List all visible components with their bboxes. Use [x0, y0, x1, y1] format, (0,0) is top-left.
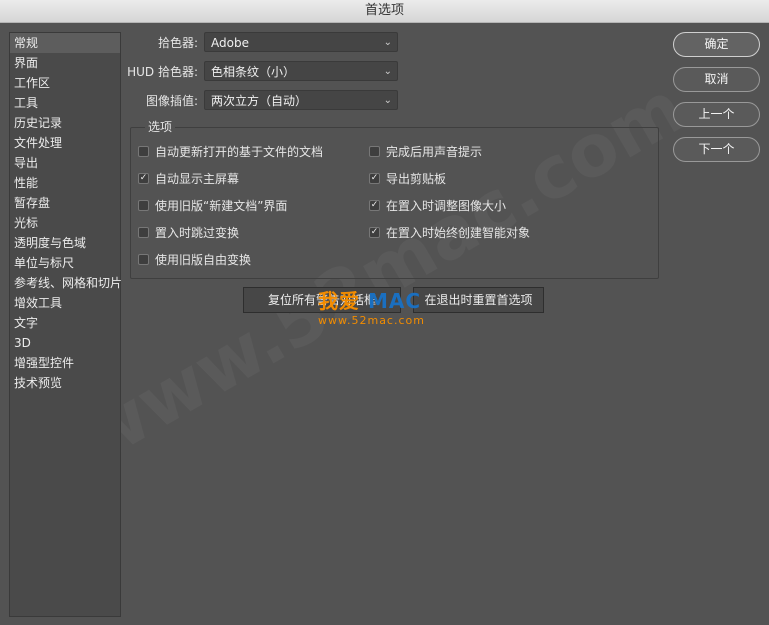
sidebar-item-plugins[interactable]: 增效工具 [10, 293, 120, 313]
image-interpolation-value: 两次立方（自动） [211, 94, 308, 108]
sidebar-item-technology-previews[interactable]: 技术预览 [10, 373, 120, 393]
checkbox-checked[interactable]: ✓ [369, 173, 380, 184]
chevron-down-icon: ⌄ [383, 95, 392, 106]
sidebar-item-interface[interactable]: 界面 [10, 53, 120, 73]
image-interpolation-label: 图像插值: [145, 94, 198, 108]
sidebar-item-guides-grid-slices[interactable]: 参考线、网格和切片 [10, 273, 122, 293]
hud-color-picker-select[interactable]: 色相条纹（小） ⌄ [204, 61, 398, 81]
checkbox-label: 使用旧版“新建文档”界面 [155, 199, 288, 213]
image-interpolation-select[interactable]: 两次立方（自动） ⌄ [204, 90, 398, 110]
color-picker-value: Adobe [211, 36, 249, 50]
reset-prefs-on-quit-button[interactable]: 在退出时重置首选项 [413, 287, 544, 313]
checkbox-label: 在置入时始终创建智能对象 [386, 226, 531, 240]
checkbox-label: 自动更新打开的基于文件的文档 [155, 145, 324, 159]
checkbox-unchecked[interactable] [138, 146, 149, 157]
sidebar-item-3d[interactable]: 3D [10, 333, 120, 353]
sidebar-item-performance[interactable]: 性能 [10, 173, 120, 193]
cancel-button[interactable]: 取消 [673, 67, 760, 92]
sidebar-item-type[interactable]: 文字 [10, 313, 120, 333]
checkbox-label: 使用旧版自由变换 [155, 253, 252, 267]
checkbox-label: 完成后用声音提示 [386, 145, 483, 159]
sidebar-item-file-handling[interactable]: 文件处理 [10, 133, 120, 153]
sidebar-item-scratch-disks[interactable]: 暂存盘 [10, 193, 120, 213]
checkbox-checked[interactable]: ✓ [369, 200, 380, 211]
sidebar-item-enhanced-controls[interactable]: 增强型控件 [10, 353, 120, 373]
previous-button[interactable]: 上一个 [673, 102, 760, 127]
hud-color-picker-value: 色相条纹（小） [211, 65, 296, 79]
options-group-title: 选项 [145, 119, 176, 135]
checkbox-label: 置入时跳过变换 [155, 226, 240, 240]
ok-button[interactable]: 确定 [673, 32, 760, 57]
sidebar-item-units-rulers[interactable]: 单位与标尺 [10, 253, 120, 273]
sidebar-item-cursors[interactable]: 光标 [10, 213, 120, 233]
checkbox-label: 导出剪贴板 [386, 172, 447, 186]
checkbox-unchecked[interactable] [369, 146, 380, 157]
sidebar-item-workspace[interactable]: 工作区 [10, 73, 120, 93]
checkbox-checked[interactable]: ✓ [138, 173, 149, 184]
color-picker-select[interactable]: Adobe ⌄ [204, 32, 398, 52]
checkbox-label: 自动显示主屏幕 [155, 172, 240, 186]
checkbox-label: 在置入时调整图像大小 [386, 199, 507, 213]
chevron-down-icon: ⌄ [383, 37, 392, 48]
window-title: 首选项 [0, 0, 769, 23]
checkbox-checked[interactable]: ✓ [369, 227, 380, 238]
sidebar-item-general[interactable]: 常规 [10, 33, 120, 53]
checkbox-unchecked[interactable] [138, 227, 149, 238]
sidebar-item-export[interactable]: 导出 [10, 153, 120, 173]
sidebar-item-transparency-gamut[interactable]: 透明度与色域 [10, 233, 120, 253]
chevron-down-icon: ⌄ [383, 66, 392, 77]
checkbox-unchecked[interactable] [138, 200, 149, 211]
checkbox-unchecked[interactable] [138, 254, 149, 265]
next-button[interactable]: 下一个 [673, 137, 760, 162]
sidebar-item-tools[interactable]: 工具 [10, 93, 120, 113]
reset-warnings-button[interactable]: 复位所有警告对话框 [243, 287, 401, 313]
color-picker-label: 拾色器: [157, 36, 198, 50]
hud-color-picker-label: HUD 拾色器: [127, 65, 198, 79]
sidebar-item-history[interactable]: 历史记录 [10, 113, 120, 133]
preferences-sidebar: 常规 界面 工作区 工具 历史记录 文件处理 导出 性能 暂存盘 光标 透明度与… [9, 32, 122, 617]
watermark-url: www.52mac.com [318, 314, 425, 327]
